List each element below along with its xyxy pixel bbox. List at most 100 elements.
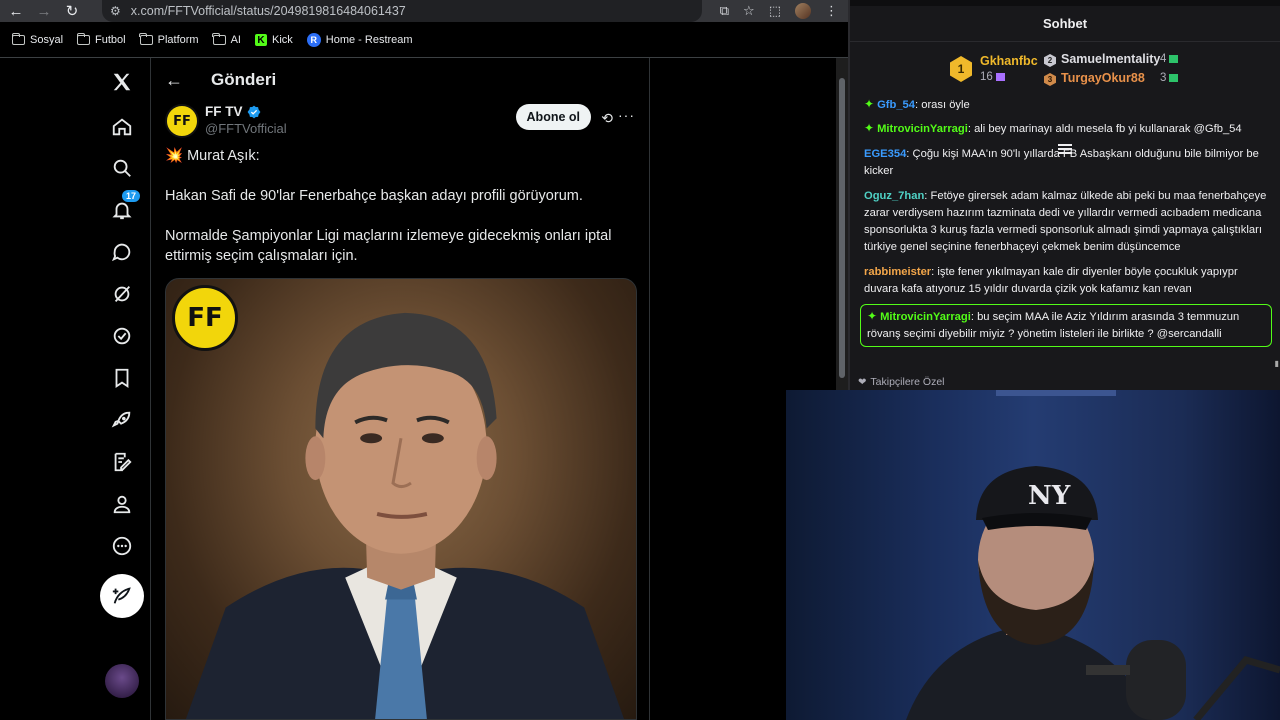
browser-window: ← → ↻ ⚙ x.com/FFTVofficial/status/204981… [0,0,848,720]
kick-logo-icon: K [254,34,267,46]
rank-1-badge: 1 [950,56,972,82]
account-avatar[interactable] [105,664,139,698]
leader-1-count: 16 [980,71,1005,83]
compose-post-button[interactable] [100,574,144,618]
feather-icon [112,587,131,604]
rocket-icon[interactable] [108,406,136,434]
site-info-icon[interactable]: ⚙ [110,4,121,18]
premium-icon[interactable] [108,322,136,350]
grok-chat-icon[interactable] [108,238,136,266]
chat-username[interactable]: EGE354 [864,148,906,160]
bookmark-item[interactable]: Futbol [76,33,126,46]
leader-3-count: 3 [1160,72,1179,84]
chat-username[interactable]: Gfb_54 [877,99,915,110]
grok-explain-icon[interactable]: ⟲ [601,110,613,127]
leader-3-count-value: 3 [1160,72,1167,84]
column-header: ← Gönderi [151,58,649,102]
browser-toolbar: ← → ↻ ⚙ x.com/FFTVofficial/status/204981… [0,0,848,22]
bookmark-label: Kick [271,34,293,46]
back-button[interactable]: ← [4,0,28,22]
chat-panel: Sohbet 1 Gkhanfbc 16 2 Samuelmentality 4… [848,0,1280,390]
author-avatar[interactable]: FF [165,104,199,138]
chat-message: ✦ MitrovicinYarragi: bu seçim MAA ile Azi… [860,304,1272,347]
tweet-column: ← Gönderi FF FF TV @FFTVofficial Abone o… [150,58,650,720]
x-left-nav: 17 [96,58,148,720]
sparkle-badge-icon: ✦ [867,309,878,323]
leader-3-name[interactable]: TurgayOkur88 [1061,71,1145,85]
chat-username[interactable]: Oguz_7han [864,190,924,202]
chat-title: Sohbet [850,6,1280,42]
extensions-icon[interactable]: ⬚ [769,3,781,19]
back-arrow-icon[interactable]: ← [165,70,189,91]
tweet-media-image[interactable]: FF [165,278,637,720]
bookmark-item[interactable]: AI [212,33,241,46]
url-text[interactable]: x.com/FFTVofficial/status/20498198164840… [131,4,406,18]
scrollbar-thumb[interactable] [839,78,845,378]
tweet-line-3: Normalde Şampiyonlar Ligi maçlarını izle… [165,228,612,264]
profile-avatar[interactable] [795,3,811,19]
page-title: Gönderi [211,70,277,89]
chat-messages: ✦ Gfb_54: orası öyle ✦ MitrovicinYarragi: a… [860,98,1272,355]
author-name-row[interactable]: FF TV [205,104,261,119]
leader-2-name[interactable]: Samuelmentality [1061,52,1160,66]
bookmark-star-icon[interactable]: ☆ [743,3,755,19]
bookmark-item[interactable]: R Home - Restream [306,33,413,47]
bookmark-item[interactable]: K Kick [254,34,293,46]
chat-username[interactable]: MitrovicinYarragi [877,123,968,135]
chat-username[interactable]: rabbimeister [864,266,931,278]
menu-icon[interactable]: ⋮ [825,3,838,19]
home-icon[interactable] [108,113,136,141]
bookmark-item[interactable]: Sosyal [11,33,64,46]
portrait-photo [185,312,625,719]
bookmark-label: AI [230,34,241,46]
chat-message: rabbimeister: işte fener yıkılmayan kale… [860,264,1272,298]
leader-2-count-value: 4 [1160,53,1167,65]
tweet-line-1-text: Murat Aşık: [187,148,260,164]
verified-badge-icon [247,105,260,118]
chat-message: EGE354: Çoğu kişi MAA'ın 90'lı yıllarda … [860,146,1272,180]
grok-icon[interactable] [108,280,136,308]
leader-2-count: 4 [1160,53,1179,65]
search-icon[interactable] [108,154,136,182]
chat-message-text: orası öyle [921,99,970,110]
bookmark-label: Futbol [95,34,126,46]
articles-icon[interactable] [108,448,136,476]
streamer-camera-feed: NY [906,390,1280,720]
sparkle-badge-icon: ✦ [864,121,875,135]
gift-icon [1169,54,1179,63]
subscribe-button[interactable]: Abone ol [515,104,591,130]
bookmark-label: Platform [157,34,199,46]
reload-button[interactable]: ↻ [60,0,84,22]
tweet-line-2: Hakan Safi de 90'lar Fenerbahçe başkan a… [165,188,583,204]
bookmarks-icon[interactable] [108,364,136,392]
chat-message: ✦ Gfb_54: orası öyle [860,98,1272,110]
chat-username[interactable]: MitrovicinYarragi [880,311,971,323]
more-icon[interactable]: ··· [618,107,635,123]
notification-badge: 17 [121,190,140,202]
bookmark-label: Sosyal [30,34,64,46]
notifications-icon[interactable]: 17 [108,190,140,224]
leader-1-name[interactable]: Gkhanfbc [980,54,1038,68]
explosion-icon: 💥 [165,148,184,164]
chat-scrollbar[interactable]: ▮ [1274,108,1280,368]
install-app-icon[interactable]: ⧉ [720,3,729,19]
bookmark-item[interactable]: Platform [139,33,199,46]
folder-icon [76,33,91,45]
folder-icon [11,33,25,45]
x-logo-icon[interactable] [108,68,136,96]
tweet-text: 💥 Murat Aşık: Hakan Safi de 90'lar Fener… [165,146,635,286]
bookmark-label: Home - Restream [325,34,413,46]
folder-icon [139,33,153,45]
gift-leaderboard: 1 Gkhanfbc 16 2 Samuelmentality 4 3 Turg… [850,48,1280,154]
chat-message-text: ali bey marinayı aldı mesela fb yi kulla… [974,123,1242,135]
profile-icon[interactable] [108,490,136,518]
forward-button[interactable]: → [32,0,56,22]
folder-icon [212,33,226,45]
address-bar[interactable]: ⚙ x.com/FFTVofficial/status/204981981648… [102,0,702,22]
author-handle[interactable]: @FFTVofficial [205,121,287,136]
ff-tv-watermark-logo: FF [172,285,238,351]
tweet-author: FF FF TV @FFTVofficial Abone ol ⟲ ··· [165,102,635,142]
author-name[interactable]: FF TV [205,104,243,119]
x-page: 17 ← Gönderi FF FF TV @FFTVofficial Abon… [0,58,848,720]
more-options-icon[interactable] [108,532,136,560]
